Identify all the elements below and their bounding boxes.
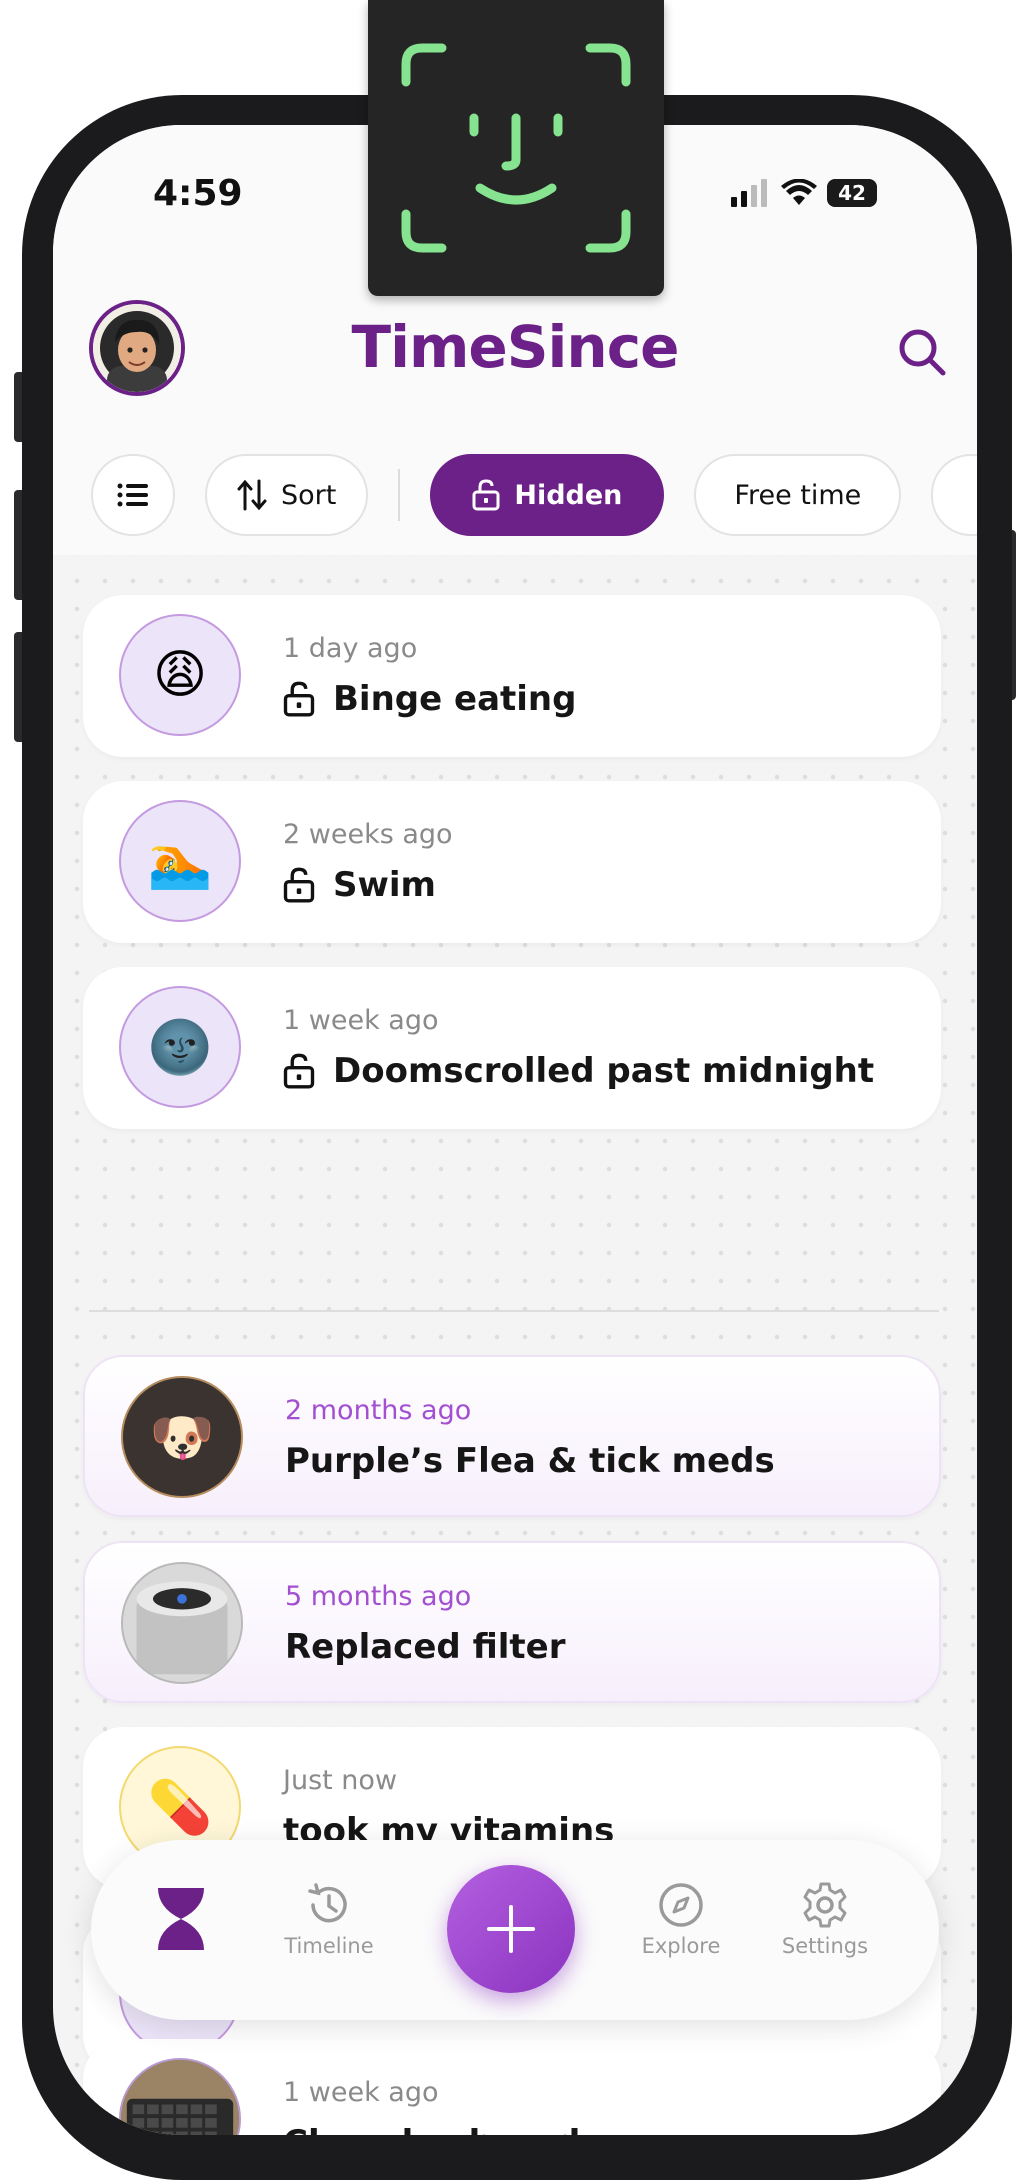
list-icon <box>117 483 148 507</box>
keyboard-image <box>121 2060 239 2135</box>
list-item[interactable]: 🌚 1 week ago Doomscrolled past midnight <box>83 967 941 1129</box>
sort-label: Sort <box>281 479 337 511</box>
more-chip[interactable] <box>931 454 977 536</box>
gear-icon <box>803 1882 847 1928</box>
free-time-label: Free time <box>734 479 862 511</box>
item-time-ago: 1 week ago <box>283 2077 439 2108</box>
lock-open-icon <box>472 479 500 511</box>
item-title-text: Purple’s Flea & tick meds <box>285 1441 775 1481</box>
list-item[interactable]: 🏊 2 weeks ago Swim <box>83 781 941 943</box>
swimmer-icon: 🏊 <box>119 800 241 922</box>
list-view-chip[interactable] <box>91 454 175 536</box>
status-time: 4:59 <box>153 173 243 214</box>
item-title: Purple’s Flea & tick meds <box>285 1441 775 1481</box>
search-button[interactable] <box>893 323 953 383</box>
filter-chips: Sort Hidden Free time <box>91 452 977 538</box>
item-time-ago: Just now <box>283 1765 398 1796</box>
item-title: Binge eating <box>283 679 576 719</box>
plus-icon <box>487 1905 535 1953</box>
history-icon <box>308 1883 347 1923</box>
wifi-icon <box>781 179 817 205</box>
nav-explore-label: Explore <box>641 1934 721 1958</box>
item-title-text: Swim <box>333 865 436 905</box>
poodle-photo: 🐶 <box>121 1376 243 1498</box>
air-purifier-image <box>123 1564 241 1682</box>
free-time-chip[interactable]: Free time <box>694 454 902 536</box>
item-title-text: Replaced filter <box>285 1627 566 1667</box>
lock-icon <box>283 681 315 717</box>
item-title-text: Clean keyboard <box>283 2123 580 2135</box>
nav-timeline-label: Timeline <box>284 1934 374 1958</box>
item-title: Clean keyboard <box>283 2123 580 2135</box>
item-title-text: Binge eating <box>333 679 577 719</box>
chip-divider <box>398 469 401 521</box>
signal-icon <box>731 179 767 207</box>
app-screen: 4:59 42 TimeSince Sort Hidden Free time … <box>53 125 977 2135</box>
nav-settings-label: Settings <box>781 1934 869 1958</box>
item-title: Doomscrolled past midnight <box>283 1051 874 1091</box>
list-item[interactable]: 🐶 2 months ago Purple’s Flea & tick meds <box>83 1355 941 1517</box>
item-title: Replaced filter <box>285 1627 566 1667</box>
sort-arrows-icon <box>237 479 267 511</box>
search-icon <box>899 329 946 376</box>
nav-explore[interactable]: Explore <box>621 1876 741 1958</box>
compass-icon <box>659 1883 703 1927</box>
list-item[interactable]: 5 months ago Replaced filter <box>83 1541 941 1703</box>
face-id-icon <box>401 43 631 253</box>
air-purifier-photo <box>121 1562 243 1684</box>
lock-icon <box>283 867 315 903</box>
sort-chip[interactable]: Sort <box>205 454 369 536</box>
hidden-label: Hidden <box>514 479 623 511</box>
lock-icon <box>283 1053 315 1089</box>
keyboard-photo <box>119 2058 241 2135</box>
face-id-overlay <box>368 0 664 296</box>
bottom-nav: Timeline Explore Settings <box>91 1840 939 2020</box>
new-moon-face-icon: 🌚 <box>119 986 241 1108</box>
weary-face-icon: 😩 <box>119 614 241 736</box>
list-item[interactable]: 😩 1 day ago Binge eating <box>83 595 941 757</box>
battery-indicator: 42 <box>827 179 877 207</box>
nav-timeline[interactable]: Timeline <box>269 1876 389 1958</box>
item-time-ago: 1 day ago <box>283 633 418 664</box>
hidden-chip[interactable]: Hidden <box>430 454 665 536</box>
item-time-ago: 2 months ago <box>285 1395 472 1426</box>
item-time-ago: 1 week ago <box>283 1005 439 1036</box>
section-divider <box>89 1310 939 1312</box>
item-title: Swim <box>283 865 436 905</box>
status-icons: 42 <box>731 177 877 209</box>
nav-home[interactable] <box>121 1888 241 1950</box>
app-title: TimeSince <box>351 313 680 381</box>
add-button[interactable] <box>447 1865 575 1993</box>
item-title-text: Doomscrolled past midnight <box>333 1051 875 1091</box>
nav-settings[interactable]: Settings <box>765 1876 885 1958</box>
item-time-ago: 2 weeks ago <box>283 819 453 850</box>
item-time-ago: 5 months ago <box>285 1581 472 1612</box>
list-item[interactable]: 1 week ago Clean keyboard <box>83 2039 941 2135</box>
hourglass-icon <box>158 1888 204 1950</box>
